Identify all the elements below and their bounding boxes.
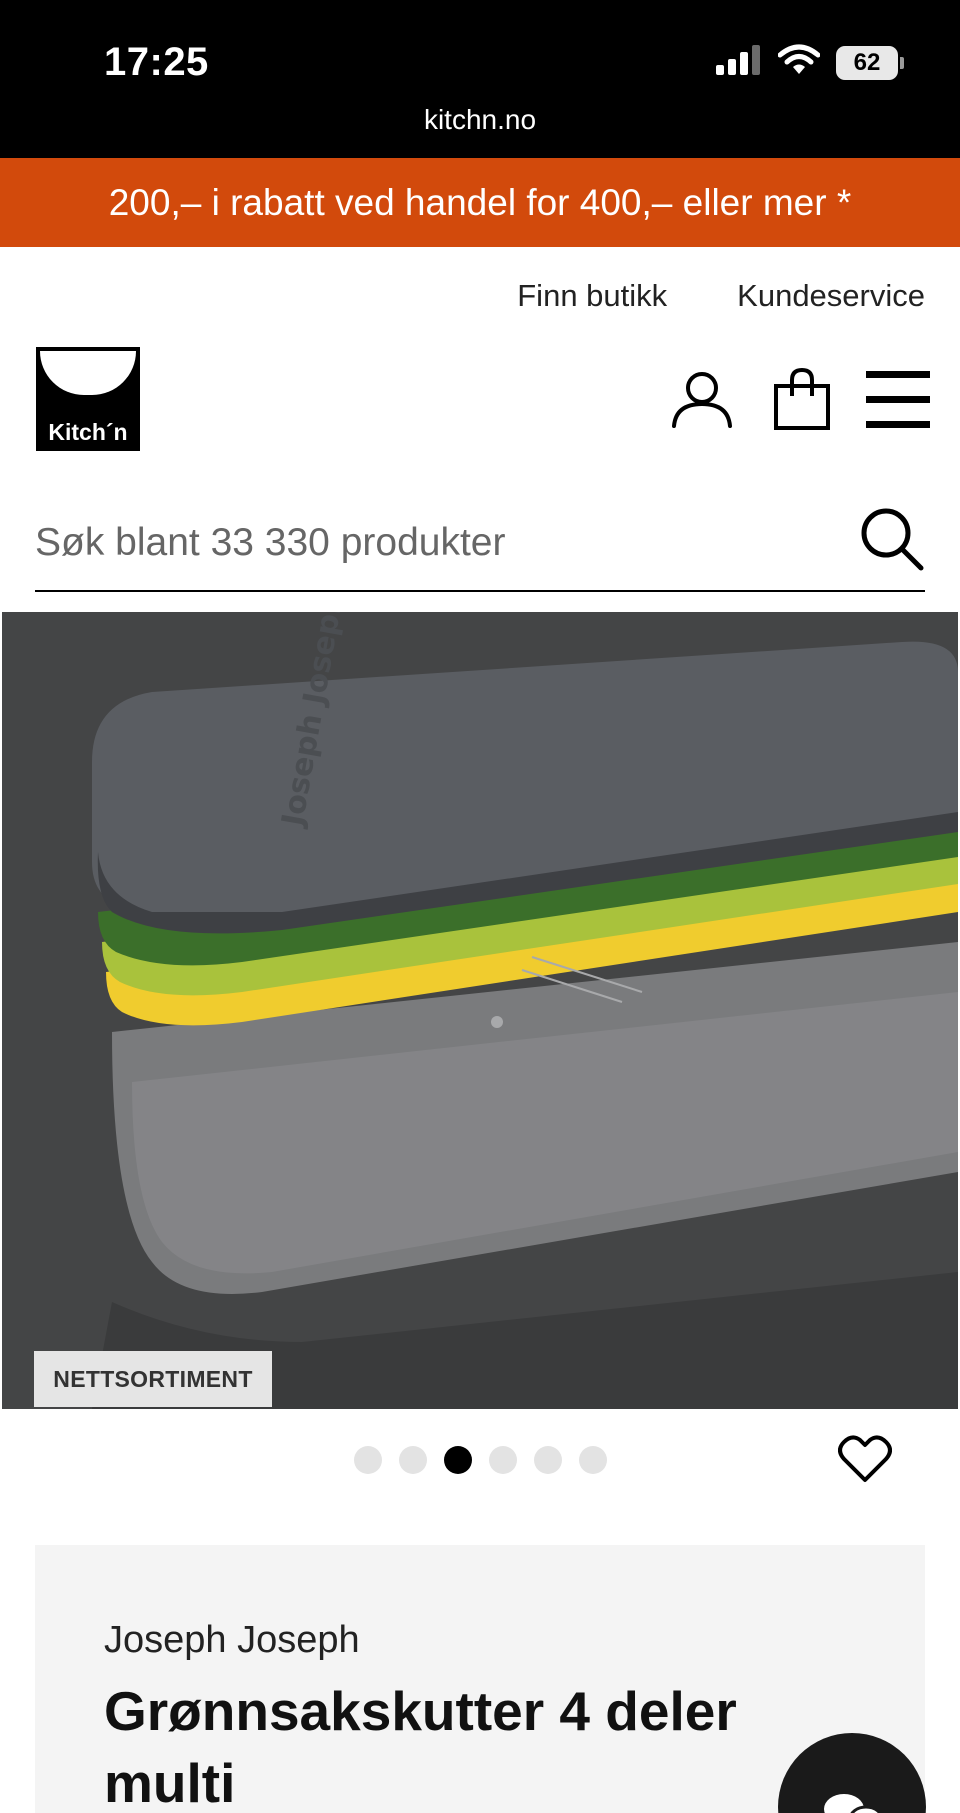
signal-icon (716, 45, 762, 80)
top-links: Finn butikk Kundeservice (517, 278, 925, 314)
product-brand[interactable]: Joseph Joseph (104, 1619, 360, 1662)
find-store-link[interactable]: Finn butikk (517, 278, 667, 314)
carousel-dots (354, 1446, 607, 1474)
product-title: Grønnsakskutter 4 deler multi (104, 1680, 737, 1813)
status-icons: 62 (716, 44, 904, 81)
search-bar (35, 500, 925, 592)
product-image[interactable]: Joseph Joseph (2, 612, 958, 1409)
search-input[interactable] (35, 508, 835, 578)
favorite-heart-icon[interactable] (838, 1432, 892, 1486)
status-bar: 17:25 62 kitchn.no (0, 0, 960, 158)
carousel-dot[interactable] (534, 1446, 562, 1474)
chat-icon (824, 1794, 882, 1813)
carousel-dot[interactable] (489, 1446, 517, 1474)
wifi-icon (777, 44, 821, 81)
search-icon[interactable] (857, 504, 925, 572)
carousel-dot[interactable] (399, 1446, 427, 1474)
shopping-bag-icon[interactable] (770, 367, 834, 432)
carousel-dot[interactable] (354, 1446, 382, 1474)
logo-text: Kitch´n (48, 419, 128, 445)
user-icon[interactable] (670, 368, 734, 432)
customer-service-link[interactable]: Kundeservice (737, 278, 925, 314)
promo-banner[interactable]: 200,– i rabatt ved handel for 400,– elle… (0, 158, 960, 247)
url-bar[interactable]: kitchn.no (0, 104, 960, 136)
battery-icon: 62 (836, 45, 904, 80)
logo-arc (40, 351, 136, 395)
logo[interactable]: Kitch´n (36, 347, 140, 451)
status-time: 17:25 (104, 40, 209, 84)
carousel-dot-active[interactable] (444, 1446, 472, 1474)
menu-icon[interactable] (866, 368, 930, 432)
nettsortiment-badge: NETTSORTIMENT (34, 1351, 272, 1407)
carousel-dot[interactable] (579, 1446, 607, 1474)
